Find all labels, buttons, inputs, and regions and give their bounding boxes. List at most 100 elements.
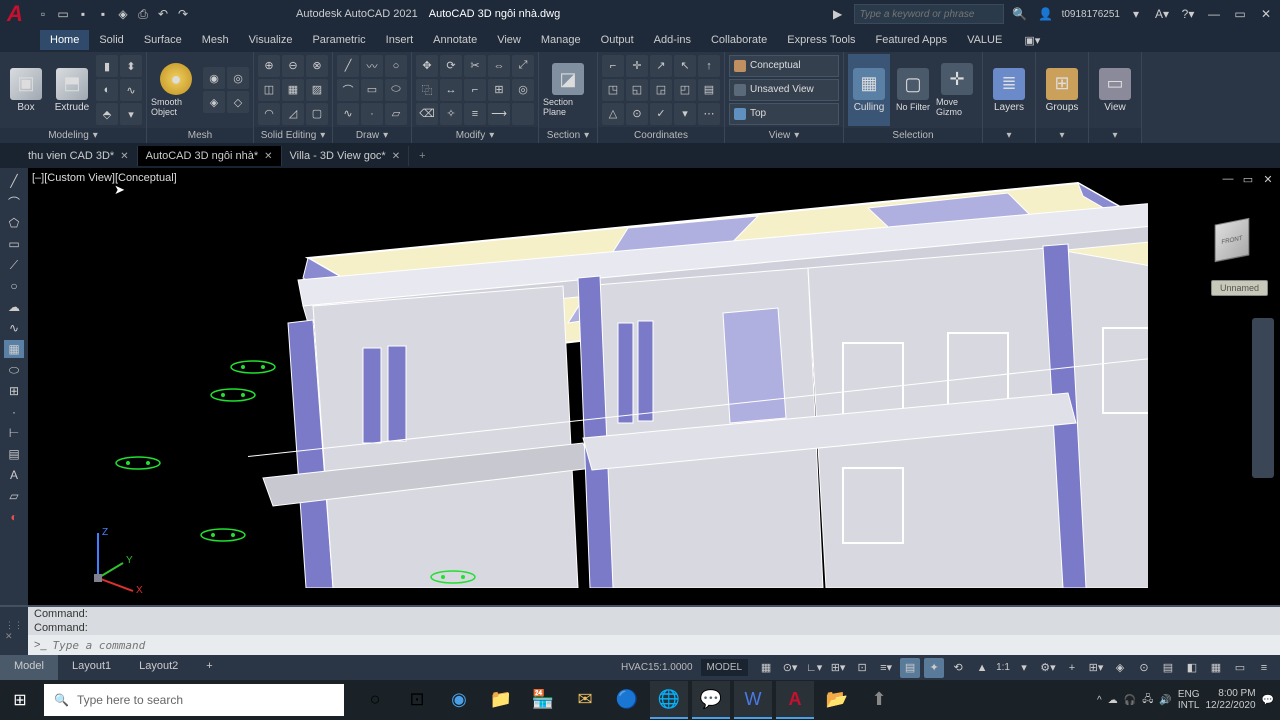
3dosnap-icon[interactable]: ▲ xyxy=(972,658,992,678)
region-icon[interactable]: ▱ xyxy=(385,103,407,125)
ellipse-tool-icon[interactable]: ⬭ xyxy=(4,361,24,379)
saved-view-dropdown[interactable]: Unsaved View xyxy=(729,79,839,101)
clean-screen-icon[interactable]: ▭ xyxy=(1230,658,1250,678)
hatch-tool-icon[interactable]: ▦ xyxy=(4,340,24,358)
scale-dropdown-icon[interactable]: ▾ xyxy=(1014,658,1034,678)
hardware-accel-icon[interactable]: ▦ xyxy=(1206,658,1226,678)
close-button[interactable]: ✕ xyxy=(1256,4,1276,24)
cortana-icon[interactable]: ○ xyxy=(356,681,394,719)
array-icon[interactable]: ⊞ xyxy=(488,79,510,101)
circle-icon[interactable]: ○ xyxy=(385,55,407,77)
culling-button[interactable]: ▦Culling xyxy=(848,54,890,126)
new-icon[interactable]: ▫ xyxy=(34,5,52,23)
grid-toggle-icon[interactable]: ▦ xyxy=(756,658,776,678)
tab-output[interactable]: Output xyxy=(591,30,644,50)
polysolid-icon[interactable]: ▮ xyxy=(96,55,118,77)
erase-icon[interactable]: ⌫ xyxy=(416,103,438,125)
layout2-tab[interactable]: Layout2 xyxy=(125,655,192,680)
folder-icon[interactable]: 📂 xyxy=(818,681,856,719)
chrome-icon[interactable]: 🔵 xyxy=(608,681,646,719)
fillet-edge-icon[interactable]: ◠ xyxy=(258,103,280,125)
line2-tool-icon[interactable]: ⟋ xyxy=(4,256,24,274)
ortho-toggle-icon[interactable]: ∟▾ xyxy=(804,658,824,678)
ucs-more-icon[interactable]: ▾ xyxy=(674,103,696,125)
panel-title-modeling[interactable]: Modeling ▾ xyxy=(0,128,146,143)
tab-addins[interactable]: Add-ins xyxy=(644,30,701,50)
drawing-scale[interactable]: HVAC15:1.0000 xyxy=(621,662,693,673)
drawing-canvas[interactable]: [–][Custom View][Conceptual] — ▭ ✕ ➤ FRO… xyxy=(28,168,1280,605)
camera-gizmo[interactable] xyxy=(228,358,278,376)
panel-title-coords[interactable]: Coordinates xyxy=(598,127,724,143)
username[interactable]: t0918176251 xyxy=(1062,9,1120,20)
mesh-crease-icon[interactable]: ◇ xyxy=(227,91,249,113)
close-icon[interactable]: ✕ xyxy=(264,151,272,162)
model-space-toggle[interactable]: MODEL xyxy=(701,659,749,676)
named-view-dropdown[interactable]: Top xyxy=(729,103,839,125)
panel-title-selection[interactable]: Selection xyxy=(844,128,982,143)
spline-tool-icon[interactable]: ∿ xyxy=(4,319,24,337)
language-indicator[interactable]: ENGINTL xyxy=(1178,689,1200,711)
command-input[interactable] xyxy=(53,639,1274,652)
lineweight-icon[interactable]: ▤ xyxy=(900,658,920,678)
extend-icon[interactable]: ⟶ xyxy=(488,103,510,125)
ucs-x-icon[interactable]: ↗ xyxy=(650,55,672,77)
tab-collaborate[interactable]: Collaborate xyxy=(701,30,777,50)
explode-icon[interactable]: ✧ xyxy=(440,103,462,125)
file-tab[interactable]: Villa - 3D View goc*✕ xyxy=(282,146,410,166)
close-icon[interactable]: ✕ xyxy=(120,151,128,162)
more-tool-icon[interactable]: ◐ xyxy=(4,508,24,526)
ucs-view-icon[interactable]: ◱ xyxy=(626,79,648,101)
share-icon[interactable]: ▶ xyxy=(828,4,848,24)
layers-button[interactable]: ≣Layers xyxy=(987,54,1031,126)
camera-gizmo[interactable] xyxy=(208,386,258,404)
smooth-button[interactable]: ●Smooth Object xyxy=(151,54,201,126)
quick-prop-icon[interactable]: ▤ xyxy=(1158,658,1178,678)
annotate-monitor-icon[interactable]: ◈ xyxy=(1110,658,1130,678)
rect-tool-icon[interactable]: ▭ xyxy=(4,235,24,253)
undo-icon[interactable]: ↶ xyxy=(154,5,172,23)
sweep-icon[interactable]: ∿ xyxy=(120,79,142,101)
view-button[interactable]: ▭View xyxy=(1093,54,1137,126)
visual-style-dropdown[interactable]: Conceptual xyxy=(729,55,839,77)
mirror-icon[interactable]: ⇔ xyxy=(488,55,510,77)
new-tab-button[interactable]: + xyxy=(409,150,435,162)
start-button[interactable]: ⊞ xyxy=(0,680,40,720)
camera-gizmo[interactable] xyxy=(113,454,163,472)
union-icon[interactable]: ⊕ xyxy=(258,55,280,77)
arc-tool-icon[interactable]: ⌒ xyxy=(4,193,24,211)
tab-surface[interactable]: Surface xyxy=(134,30,192,50)
ucs-origin-icon[interactable]: ⊙ xyxy=(626,103,648,125)
table-tool-icon[interactable]: ▤ xyxy=(4,445,24,463)
tab-view[interactable]: View xyxy=(487,30,531,50)
app-icon[interactable]: A▾ xyxy=(1152,4,1172,24)
close-icon[interactable]: ✕ xyxy=(392,151,400,162)
open-icon[interactable]: ▭ xyxy=(54,5,72,23)
align-icon[interactable]: ≡ xyxy=(464,103,486,125)
polar-toggle-icon[interactable]: ⊞▾ xyxy=(828,658,848,678)
revolve-icon[interactable]: ◐ xyxy=(96,79,118,101)
offset-icon[interactable]: ◎ xyxy=(512,79,534,101)
view-name-tag[interactable]: Unnamed xyxy=(1211,280,1268,296)
ucs-icon-3d[interactable]: Z X Y xyxy=(78,523,148,593)
command-handle[interactable]: ⋮⋮✕ xyxy=(0,607,28,655)
ucs-named-icon[interactable]: ▤ xyxy=(698,79,720,101)
chrome2-icon[interactable]: 🌐 xyxy=(650,681,688,719)
polyline-icon[interactable]: 〰 xyxy=(361,55,383,77)
point-tool-icon[interactable]: · xyxy=(4,403,24,421)
osnap-toggle-icon[interactable]: ⊡ xyxy=(852,658,872,678)
tab-home[interactable]: Home xyxy=(40,30,89,50)
cycling-icon[interactable]: ⟲ xyxy=(948,658,968,678)
tab-featuredapps[interactable]: Featured Apps xyxy=(866,30,958,50)
panel-title-mesh[interactable]: Mesh xyxy=(147,128,253,143)
model-tab[interactable]: Model xyxy=(0,655,58,680)
fillet-icon[interactable]: ⌐ xyxy=(464,79,486,101)
windows-search[interactable]: 🔍 Type here to search xyxy=(44,684,344,716)
slice-icon[interactable]: ◫ xyxy=(258,79,280,101)
move-icon[interactable]: ✥ xyxy=(416,55,438,77)
shell-icon[interactable]: ▢ xyxy=(306,103,328,125)
help-icon[interactable]: ?▾ xyxy=(1178,4,1198,24)
minimize-button[interactable]: — xyxy=(1204,4,1224,24)
box-button[interactable]: ▣Box xyxy=(4,54,48,126)
workspace-icon[interactable]: ⊞▾ xyxy=(1086,658,1106,678)
transparency-icon[interactable]: ✦ xyxy=(924,658,944,678)
